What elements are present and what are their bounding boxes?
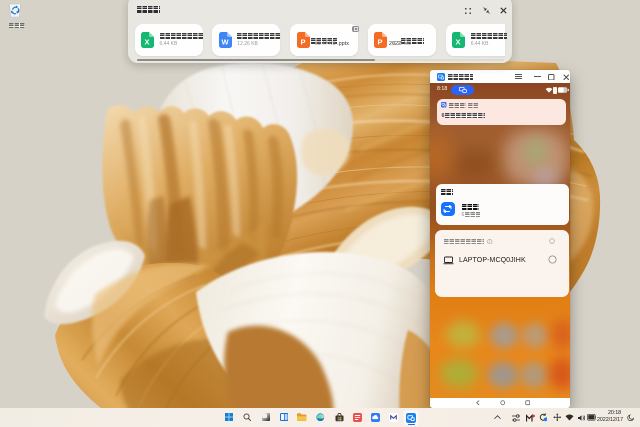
svg-text:X: X xyxy=(456,38,461,47)
svg-text:W: W xyxy=(221,38,229,47)
svg-text:P: P xyxy=(300,38,305,47)
svg-text:X: X xyxy=(144,38,149,47)
svg-text:P: P xyxy=(378,38,383,47)
